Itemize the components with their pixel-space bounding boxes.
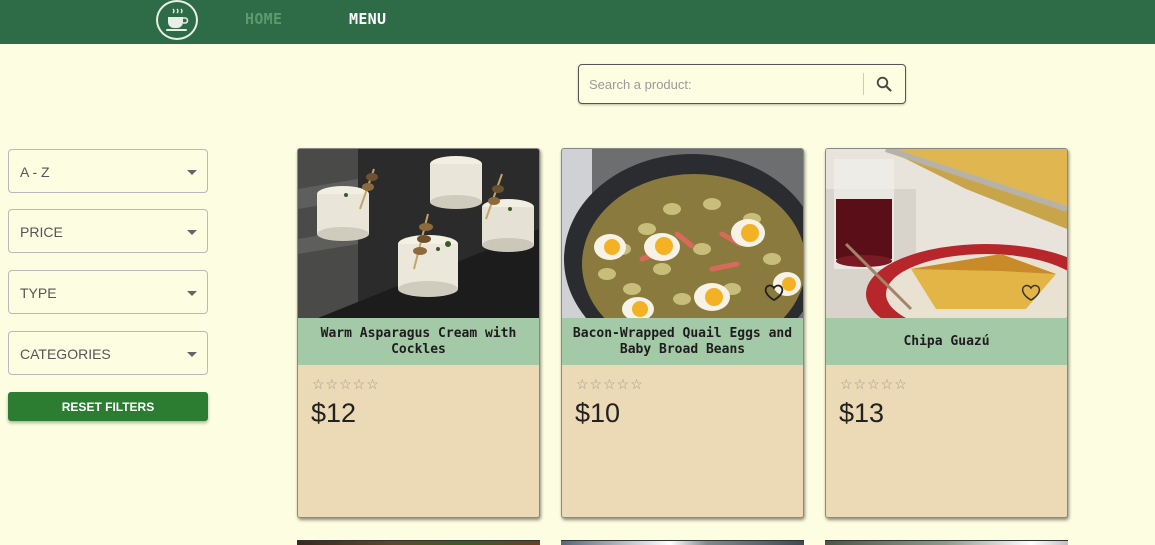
sort-select-label: A - Z xyxy=(20,164,50,180)
search-icon xyxy=(876,76,892,92)
rating-stars[interactable]: ☆☆☆☆☆ xyxy=(576,376,644,393)
product-card-partial[interactable] xyxy=(561,540,804,545)
chevron-down-icon xyxy=(187,291,197,296)
product-card[interactable]: Chipa Guazú ☆☆☆☆☆ $13 xyxy=(825,148,1068,518)
coffee-cup-logo-icon[interactable] xyxy=(156,0,198,40)
categories-select[interactable]: CATEGORIES xyxy=(8,331,208,375)
product-title: Bacon-Wrapped Quail Eggs and Baby Broad … xyxy=(562,318,803,365)
product-card[interactable]: Bacon-Wrapped Quail Eggs and Baby Broad … xyxy=(561,148,804,518)
product-price: $13 xyxy=(839,398,885,428)
price-select-label: PRICE xyxy=(20,224,63,240)
search-divider xyxy=(863,73,864,95)
product-title: Warm Asparagus Cream with Cockles xyxy=(298,318,539,365)
nav-menu-link[interactable]: MENU xyxy=(349,10,386,28)
search-bar xyxy=(578,64,906,104)
navbar: HOME MENU xyxy=(0,0,1155,44)
search-button[interactable] xyxy=(865,66,903,102)
reset-filters-button[interactable]: RESET FILTERS xyxy=(8,392,208,421)
chevron-down-icon xyxy=(187,170,197,175)
product-title: Chipa Guazú xyxy=(826,318,1067,365)
rating-stars[interactable]: ☆☆☆☆☆ xyxy=(840,376,908,393)
rating-stars[interactable]: ☆☆☆☆☆ xyxy=(312,376,380,393)
product-image xyxy=(562,149,803,318)
search-input[interactable] xyxy=(580,66,862,102)
product-image xyxy=(298,149,539,318)
product-card[interactable]: Warm Asparagus Cream with Cockles ☆☆☆☆☆ … xyxy=(297,148,540,518)
product-card-partial[interactable] xyxy=(825,540,1068,545)
product-card-partial[interactable] xyxy=(297,540,540,545)
price-select[interactable]: PRICE xyxy=(8,209,208,253)
categories-select-label: CATEGORIES xyxy=(20,346,111,362)
chevron-down-icon xyxy=(187,352,197,357)
chevron-down-icon xyxy=(187,230,197,235)
type-select[interactable]: TYPE xyxy=(8,270,208,314)
nav-home-link[interactable]: HOME xyxy=(245,10,282,28)
product-image xyxy=(826,149,1067,318)
product-price: $10 xyxy=(575,398,621,428)
type-select-label: TYPE xyxy=(20,285,57,301)
product-price: $12 xyxy=(311,398,357,428)
sort-select[interactable]: A - Z xyxy=(8,149,208,193)
